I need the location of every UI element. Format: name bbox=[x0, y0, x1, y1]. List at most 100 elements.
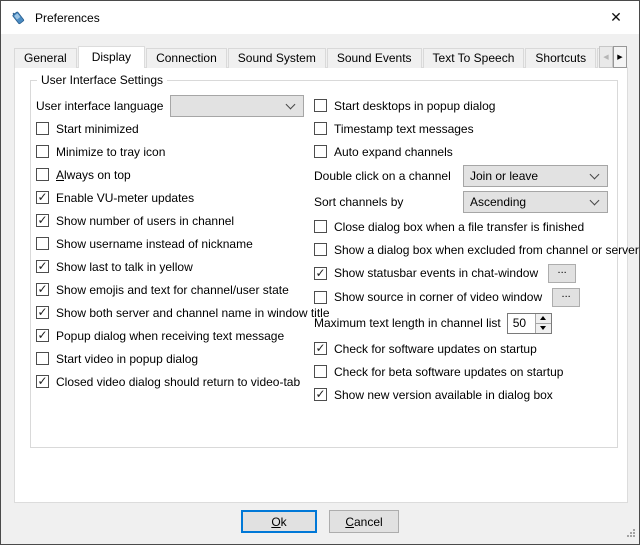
sort-channels-row: Sort channels by Ascending bbox=[314, 189, 608, 215]
checkbox-label: Start video in popup dialog bbox=[56, 352, 198, 366]
checkbox-label: Auto expand channels bbox=[334, 145, 453, 159]
checkbox-checked[interactable] bbox=[36, 191, 49, 204]
checkbox-row: Enable VU-meter updates bbox=[36, 186, 304, 209]
checkbox-unchecked[interactable] bbox=[314, 365, 327, 378]
chevron-down-icon bbox=[590, 170, 600, 180]
tab-general[interactable]: General bbox=[14, 48, 77, 68]
checkbox-label: Show statusbar events in chat-window bbox=[334, 266, 538, 280]
left-checklist: Start minimized Minimize to tray icon Alwa… bbox=[36, 117, 304, 393]
title-bar[interactable]: Preferences ✕ bbox=[1, 1, 639, 34]
tab-text-to-speech[interactable]: Text To Speech bbox=[423, 48, 525, 68]
checkbox-checked[interactable] bbox=[36, 306, 49, 319]
checkbox-row: Start desktops in popup dialog bbox=[314, 94, 608, 117]
checkbox-row: Start video in popup dialog bbox=[36, 347, 304, 370]
tab-bar: GeneralDisplayConnectionSound SystemSoun… bbox=[14, 46, 603, 68]
double-click-label: Double click on a channel bbox=[314, 169, 451, 183]
checkbox-checked[interactable] bbox=[314, 342, 327, 355]
checkbox-row: Show username instead of nickname bbox=[36, 232, 304, 255]
tab-scroll-right-button[interactable]: ▶ bbox=[613, 46, 627, 68]
checkbox-label: Popup dialog when receiving text message bbox=[56, 329, 284, 343]
right-checklist-bottom: Check for software updates on startup Che… bbox=[314, 337, 608, 406]
checkbox-label: Show both server and channel name in win… bbox=[56, 306, 330, 320]
max-text-length-row: Maximum text length in channel list 50 bbox=[314, 309, 608, 337]
tab-sound-system[interactable]: Sound System bbox=[228, 48, 326, 68]
app-icon bbox=[10, 10, 26, 26]
tab-display[interactable]: Display bbox=[78, 46, 145, 68]
checkbox-unchecked[interactable] bbox=[314, 145, 327, 158]
right-checklist-top: Start desktops in popup dialog Timestamp … bbox=[314, 94, 608, 163]
checkbox-label: Show source in corner of video window bbox=[334, 290, 542, 304]
checkbox-checked[interactable] bbox=[314, 388, 327, 401]
sort-channels-combobox[interactable]: Ascending bbox=[463, 191, 608, 213]
tab-scroll-left-button[interactable]: ◀ bbox=[599, 46, 613, 68]
checkbox-row: Show source in corner of video window... bbox=[314, 285, 608, 309]
checkbox-label: Start minimized bbox=[56, 122, 139, 136]
sort-channels-label: Sort channels by bbox=[314, 195, 403, 209]
checkbox-row: Check for beta software updates on start… bbox=[314, 360, 608, 383]
checkbox-unchecked[interactable] bbox=[314, 122, 327, 135]
checkbox-label: Start desktops in popup dialog bbox=[334, 99, 495, 113]
tab-sound-events[interactable]: Sound Events bbox=[327, 48, 422, 68]
window-title: Preferences bbox=[35, 11, 100, 25]
ellipsis-button[interactable]: ... bbox=[548, 264, 576, 283]
right-checklist-mid: Close dialog box when a file transfer is… bbox=[314, 215, 608, 309]
checkbox-label: Show a dialog box when excluded from cha… bbox=[334, 243, 639, 257]
display-tab-page: User Interface Settings User interface l… bbox=[14, 67, 628, 503]
tab-connection[interactable]: Connection bbox=[146, 48, 227, 68]
checkbox-unchecked[interactable] bbox=[36, 145, 49, 158]
checkbox-label: Close dialog box when a file transfer is… bbox=[334, 220, 584, 234]
checkbox-checked[interactable] bbox=[36, 214, 49, 227]
double-click-combobox[interactable]: Join or leave bbox=[463, 165, 608, 187]
checkbox-checked[interactable] bbox=[36, 375, 49, 388]
checkbox-label: Check for beta software updates on start… bbox=[334, 365, 563, 379]
checkbox-unchecked[interactable] bbox=[36, 168, 49, 181]
ok-button[interactable]: Ok bbox=[241, 510, 317, 533]
checkbox-row: Minimize to tray icon bbox=[36, 140, 304, 163]
left-column: User interface language Start minimized M… bbox=[36, 94, 304, 393]
language-row: User interface language bbox=[36, 94, 304, 117]
checkbox-label: Show new version available in dialog box bbox=[334, 388, 553, 402]
max-text-length-label: Maximum text length in channel list bbox=[314, 316, 501, 330]
checkbox-label: Enable VU-meter updates bbox=[56, 191, 194, 205]
checkbox-label: Minimize to tray icon bbox=[56, 145, 165, 159]
checkbox-label: Show number of users in channel bbox=[56, 214, 234, 228]
resize-grip[interactable] bbox=[625, 527, 636, 541]
checkbox-unchecked[interactable] bbox=[36, 237, 49, 250]
spin-buttons bbox=[535, 314, 551, 333]
checkbox-label: Check for software updates on startup bbox=[334, 342, 537, 356]
checkbox-unchecked[interactable] bbox=[36, 352, 49, 365]
close-button[interactable]: ✕ bbox=[603, 5, 629, 30]
checkbox-unchecked[interactable] bbox=[36, 122, 49, 135]
checkbox-row: Show number of users in channel bbox=[36, 209, 304, 232]
checkbox-row: Show last to talk in yellow bbox=[36, 255, 304, 278]
checkbox-unchecked[interactable] bbox=[314, 243, 327, 256]
checkbox-unchecked[interactable] bbox=[314, 220, 327, 233]
checkbox-unchecked[interactable] bbox=[314, 99, 327, 112]
checkbox-row: Show a dialog box when excluded from cha… bbox=[314, 238, 608, 261]
checkbox-unchecked[interactable] bbox=[314, 291, 327, 304]
checkbox-row: Timestamp text messages bbox=[314, 117, 608, 140]
double-click-value: Join or leave bbox=[464, 169, 538, 183]
ellipsis-button[interactable]: ... bbox=[552, 288, 580, 307]
tab-shortcuts[interactable]: Shortcuts bbox=[525, 48, 596, 68]
checkbox-row: Show statusbar events in chat-window... bbox=[314, 261, 608, 285]
checkbox-label: Closed video dialog should return to vid… bbox=[56, 375, 300, 389]
sort-channels-value: Ascending bbox=[464, 195, 526, 209]
max-text-length-value: 50 bbox=[508, 314, 535, 333]
checkbox-row: Check for software updates on startup bbox=[314, 337, 608, 360]
checkbox-checked[interactable] bbox=[36, 283, 49, 296]
checkbox-label: Timestamp text messages bbox=[334, 122, 474, 136]
checkbox-row: Auto expand channels bbox=[314, 140, 608, 163]
checkbox-row: Always on top bbox=[36, 163, 304, 186]
cancel-button[interactable]: Cancel bbox=[329, 510, 399, 533]
language-combobox[interactable] bbox=[170, 95, 304, 117]
chevron-down-icon bbox=[286, 99, 296, 109]
max-text-length-spinbox[interactable]: 50 bbox=[507, 313, 552, 334]
spin-down-button[interactable] bbox=[536, 324, 551, 333]
checkbox-row: Start minimized bbox=[36, 117, 304, 140]
checkbox-row: Popup dialog when receiving text message bbox=[36, 324, 304, 347]
checkbox-checked[interactable] bbox=[314, 267, 327, 280]
checkbox-checked[interactable] bbox=[36, 329, 49, 342]
checkbox-checked[interactable] bbox=[36, 260, 49, 273]
spin-up-button[interactable] bbox=[536, 314, 551, 324]
